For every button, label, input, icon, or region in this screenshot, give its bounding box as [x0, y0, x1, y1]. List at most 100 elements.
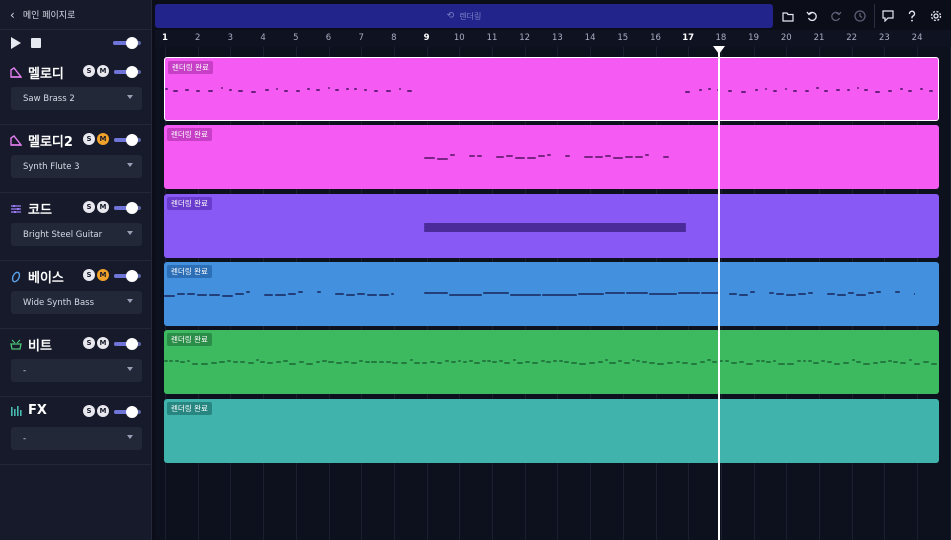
mute-button[interactable]: M — [97, 65, 109, 77]
note — [344, 361, 350, 364]
note — [288, 292, 297, 295]
solo-button[interactable]: S — [83, 133, 95, 145]
note — [335, 89, 339, 91]
history-icon[interactable] — [850, 6, 870, 26]
clip-beat[interactable]: 렌더링 완료 — [164, 330, 939, 395]
mute-button[interactable]: M — [97, 133, 109, 145]
note — [913, 363, 921, 366]
track-volume-slider[interactable] — [114, 202, 141, 214]
undo-icon[interactable] — [802, 6, 822, 26]
comment-icon[interactable] — [878, 6, 898, 26]
folder-icon[interactable] — [778, 6, 798, 26]
stop-button[interactable] — [31, 38, 41, 48]
playhead[interactable] — [718, 47, 720, 540]
note — [856, 361, 861, 364]
note — [605, 155, 612, 158]
note — [546, 361, 552, 364]
note — [232, 361, 238, 364]
note — [777, 363, 785, 366]
instrument-select[interactable]: - — [11, 427, 142, 450]
note — [386, 90, 391, 92]
track-volume-slider[interactable] — [114, 134, 141, 146]
play-button[interactable] — [11, 37, 21, 49]
solo-button[interactable]: S — [83, 65, 95, 77]
note — [450, 361, 456, 364]
help-icon[interactable] — [902, 6, 922, 26]
track-volume-slider[interactable] — [114, 270, 141, 282]
clip-melody2[interactable]: 렌더링 완료 — [164, 125, 939, 190]
mute-button[interactable]: M — [97, 405, 109, 417]
slider-knob[interactable] — [126, 202, 138, 214]
back-to-main-link[interactable]: ‹ 메인 페이지로 — [0, 0, 152, 30]
note — [517, 362, 523, 365]
solo-button[interactable]: S — [83, 269, 95, 281]
render-button[interactable]: ⟲ 렌더링 — [155, 4, 773, 28]
clip-status-label: 렌더링 완료 — [167, 333, 212, 347]
master-volume-slider[interactable] — [113, 37, 141, 49]
track-volume-slider[interactable] — [114, 406, 141, 418]
note — [185, 89, 190, 91]
note — [448, 293, 483, 296]
note — [707, 359, 711, 362]
note — [711, 361, 717, 364]
instrument-value: Bright Steel Guitar — [23, 229, 103, 240]
note — [186, 292, 196, 295]
instrument-select[interactable]: - — [11, 359, 142, 382]
instrument-select[interactable]: Wide Synth Bass — [11, 291, 142, 314]
solo-button[interactable]: S — [83, 405, 95, 417]
note — [626, 291, 648, 294]
sliders-icon — [10, 203, 22, 215]
redo-icon[interactable] — [826, 6, 846, 26]
note — [724, 360, 730, 363]
instrument-select[interactable]: Synth Flute 3 — [11, 155, 142, 178]
slider-knob[interactable] — [126, 338, 138, 350]
clip-fx[interactable]: 렌더링 완료 — [164, 398, 939, 463]
timeline-ruler[interactable]: 1 2 3 4 5 6 7 8 9 10 11 12 13 14 15 16 17 18 19 20 21 22 23 24 — [155, 30, 951, 47]
note — [618, 360, 623, 363]
slider-knob[interactable] — [126, 270, 138, 282]
note — [698, 89, 702, 91]
clip-melody[interactable]: 렌더링 완료 — [164, 57, 939, 121]
arrangement-grid[interactable]: 렌더링 완료 렌더링 완료 렌더링 완료 렌더링 완료 렌더링 완료 렌더링 완료 — [155, 47, 951, 540]
clip-bass[interactable]: 렌더링 완료 — [164, 261, 939, 326]
track-volume-slider[interactable] — [114, 338, 141, 350]
playhead-handle[interactable] — [713, 46, 725, 54]
note — [284, 90, 289, 92]
note — [346, 88, 349, 90]
gear-icon[interactable] — [926, 6, 946, 26]
solo-button[interactable]: S — [83, 201, 95, 213]
bar-number: 9 — [423, 33, 430, 43]
note — [773, 90, 778, 92]
note — [700, 361, 706, 364]
note — [354, 88, 358, 90]
note — [378, 361, 384, 364]
note — [700, 291, 719, 294]
slider-knob[interactable] — [126, 406, 138, 418]
note — [492, 361, 498, 364]
instrument-select[interactable]: Saw Brass 2 — [11, 87, 142, 110]
bar-number: 18 — [715, 33, 727, 43]
note — [164, 360, 168, 363]
note — [894, 290, 900, 293]
instrument-select[interactable]: Bright Steel Guitar — [11, 223, 142, 246]
note — [165, 88, 168, 90]
note — [424, 291, 448, 294]
track-volume-slider[interactable] — [114, 66, 141, 78]
note — [880, 361, 886, 364]
mute-button[interactable]: M — [97, 201, 109, 213]
note — [373, 90, 379, 92]
slider-knob[interactable] — [126, 37, 138, 49]
note — [648, 292, 678, 295]
drum-icon — [10, 339, 22, 351]
mute-button[interactable]: M — [97, 337, 109, 349]
note — [930, 363, 938, 366]
note — [595, 156, 604, 159]
note — [565, 155, 571, 158]
slider-knob[interactable] — [126, 134, 138, 146]
mute-button[interactable]: M — [97, 269, 109, 281]
note — [776, 292, 784, 295]
solo-button[interactable]: S — [83, 337, 95, 349]
note — [256, 359, 260, 362]
slider-knob[interactable] — [126, 66, 138, 78]
clip-chord[interactable]: 렌더링 완료 — [164, 193, 939, 258]
